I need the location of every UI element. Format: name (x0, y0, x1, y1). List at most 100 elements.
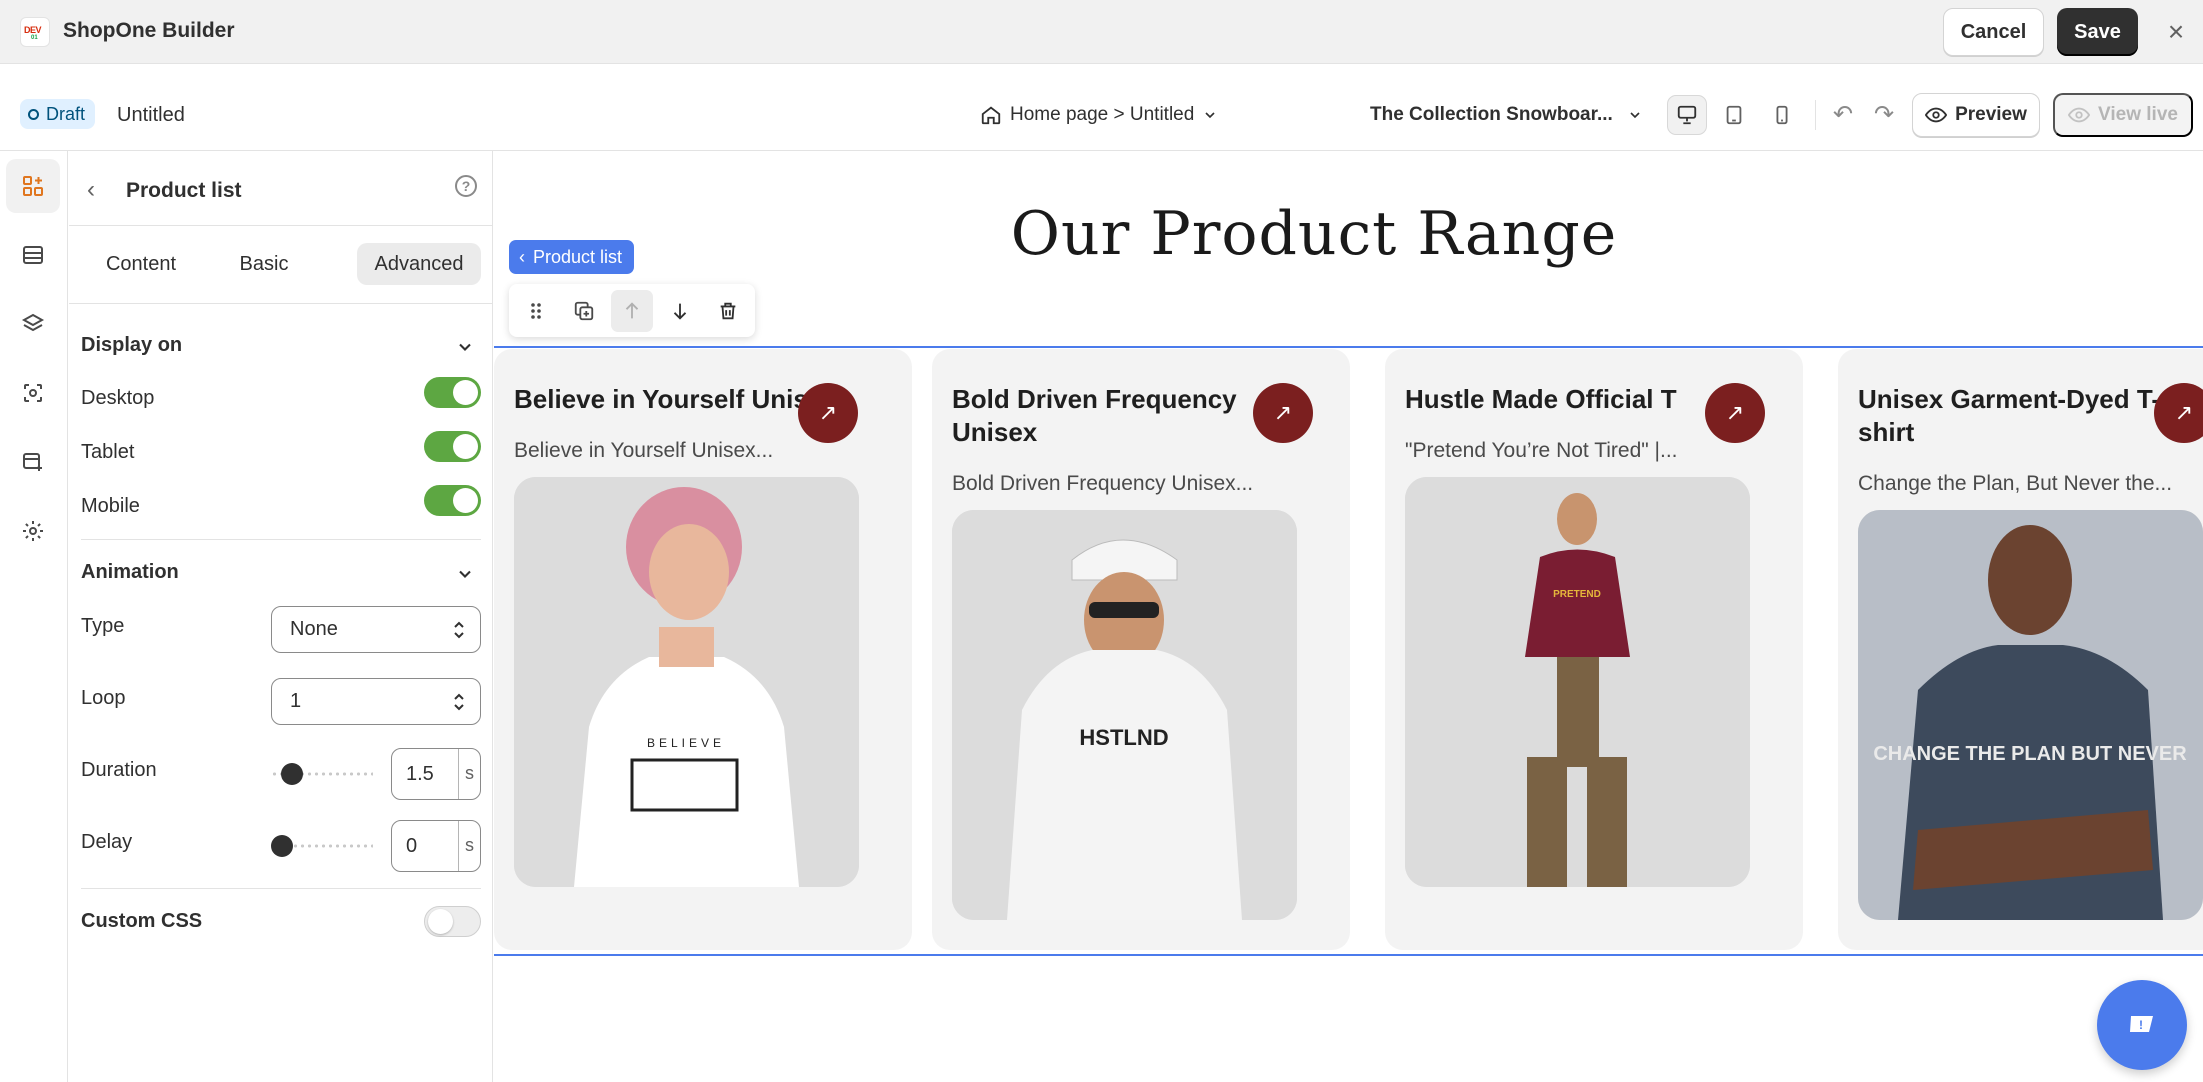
divider (81, 539, 481, 540)
duration-unit: s (458, 749, 480, 799)
app-logo-subtext: 01 (31, 35, 38, 41)
divider (69, 225, 493, 226)
theme-icon (24, 384, 42, 402)
tab-content[interactable]: Content (83, 243, 199, 285)
duration-label: Duration (81, 759, 157, 781)
sidebar-item-theme[interactable] (6, 366, 60, 420)
display-on-heading[interactable]: Display on (81, 334, 182, 357)
open-product-arrow-icon[interactable]: ↗ (1705, 383, 1765, 443)
help-icon[interactable]: ? (455, 175, 477, 197)
custom-css-toggle[interactable] (424, 906, 481, 937)
delay-value: 0 (406, 835, 418, 857)
page-selector[interactable]: Home page > Untitled (980, 100, 1218, 130)
delay-slider-handle[interactable] (271, 835, 293, 857)
settings-gear-icon (23, 521, 43, 541)
delay-unit: s (458, 821, 480, 871)
app-logo-text: DEV (24, 25, 42, 35)
tab-advanced[interactable]: Advanced (357, 243, 481, 285)
product-image: HSTLND (952, 510, 1297, 920)
tab-basic[interactable]: Basic (215, 243, 313, 285)
product-card[interactable]: Believe in Yourself Unisex ↗ Believe in … (494, 349, 912, 950)
duration-slider-handle[interactable] (281, 763, 303, 785)
add-section-icon (23, 176, 43, 196)
animation-heading[interactable]: Animation (81, 561, 179, 584)
back-chevron-icon[interactable]: ‹ (87, 177, 113, 203)
sidebar-item-layers[interactable] (6, 297, 60, 351)
section-heading[interactable]: Our Product Range (494, 199, 2134, 269)
product-photo: HSTLND (952, 510, 1297, 920)
product-card[interactable]: Hustle Made Official T ↗ "Pretend You’re… (1385, 349, 1803, 950)
chevron-down-icon[interactable] (455, 564, 475, 584)
store-name: The Collection Snowboar... (1370, 104, 1613, 125)
duplicate-icon[interactable] (563, 290, 605, 332)
product-photo: CHANGE THE PLAN BUT NEVER (1858, 510, 2203, 920)
animation-loop-select[interactable]: 1 (271, 678, 481, 725)
product-image: CHANGE THE PLAN BUT NEVER (1858, 510, 2203, 920)
pages-add-icon (23, 453, 42, 471)
tablet-view-button[interactable] (1714, 95, 1754, 135)
product-description: "Pretend You’re Not Tired" |... (1405, 439, 1678, 462)
drag-handle-icon[interactable] (515, 290, 557, 332)
eye-icon (1925, 107, 1948, 123)
home-icon (981, 106, 1001, 125)
product-image: PRETEND (1405, 477, 1750, 887)
shirt-print: BELIEVE (647, 736, 725, 750)
divider (69, 303, 493, 304)
selected-element-label: Product list (533, 246, 623, 267)
tablet-label: Tablet (81, 441, 135, 463)
open-product-arrow-icon[interactable]: ↗ (1253, 383, 1313, 443)
sidebar-item-settings[interactable] (6, 504, 60, 558)
selected-element-chip[interactable]: ‹ Product list (509, 240, 635, 274)
eye-icon (2068, 107, 2091, 123)
top-bar: DEV 01 ShopOne Builder Cancel Save × (0, 0, 2203, 64)
redo-icon[interactable]: ↷ (1869, 100, 1899, 130)
product-card[interactable]: Unisex Garment-Dyed T-shirt ↗ Change the… (1838, 349, 2203, 950)
desktop-toggle[interactable] (424, 377, 481, 408)
view-live-button[interactable]: View live (2053, 93, 2193, 137)
preview-button[interactable]: Preview (1912, 93, 2040, 137)
delay-input[interactable]: 0 s (391, 820, 481, 872)
desktop-view-button[interactable] (1667, 95, 1707, 135)
product-card[interactable]: Bold Driven Frequency Unisex ↗ Bold Driv… (932, 349, 1350, 950)
duration-input[interactable]: 1.5 s (391, 748, 481, 800)
sidebar-item-add-section[interactable] (6, 159, 60, 213)
chevron-down-icon[interactable] (455, 337, 475, 357)
app-title: ShopOne Builder (63, 19, 235, 42)
desktop-label: Desktop (81, 387, 155, 409)
product-title: Unisex Garment-Dyed T-shirt (1858, 384, 2160, 447)
tablet-toggle[interactable] (424, 431, 481, 462)
svg-text:!: ! (2139, 1018, 2143, 1032)
product-title: Believe in Yourself Unisex (514, 384, 837, 414)
mobile-toggle[interactable] (424, 485, 481, 516)
cancel-button[interactable]: Cancel (1943, 8, 2044, 56)
tablet-icon (1726, 105, 1742, 125)
animation-type-select[interactable]: None (271, 606, 481, 653)
view-live-label: View live (2098, 104, 2178, 125)
store-selector[interactable]: The Collection Snowboar... (1370, 100, 1643, 130)
draft-status-icon (28, 108, 39, 120)
editor-toolbar: Draft Untitled Home page > Untitled The … (0, 64, 2203, 151)
chat-support-button[interactable]: ! (2097, 980, 2187, 1070)
selection-outline-bottom (494, 954, 2203, 956)
select-arrows-icon (454, 621, 464, 639)
type-label: Type (81, 615, 125, 637)
product-title: Bold Driven Frequency Unisex (952, 384, 1237, 447)
chat-icon: ! (2130, 1016, 2153, 1032)
shirt-print: PRETEND (1553, 589, 1601, 600)
move-up-icon[interactable] (611, 289, 653, 332)
page-name: Untitled (117, 104, 185, 126)
sidebar-item-layout[interactable] (6, 228, 60, 282)
close-icon[interactable]: × (2162, 18, 2190, 46)
sidebar-item-pages[interactable] (6, 435, 60, 489)
save-button[interactable]: Save (2057, 8, 2138, 56)
app-logo: DEV 01 (20, 17, 50, 47)
delay-label: Delay (81, 831, 133, 853)
delete-icon[interactable] (707, 290, 749, 332)
undo-icon[interactable]: ↶ (1828, 100, 1858, 130)
product-photo: BELIEVE (514, 477, 859, 887)
mobile-label: Mobile (81, 495, 140, 517)
mobile-view-button[interactable] (1762, 95, 1802, 135)
move-down-icon[interactable] (659, 290, 701, 332)
open-product-arrow-icon[interactable]: ↗ (798, 383, 858, 443)
product-photo: PRETEND (1405, 477, 1750, 887)
